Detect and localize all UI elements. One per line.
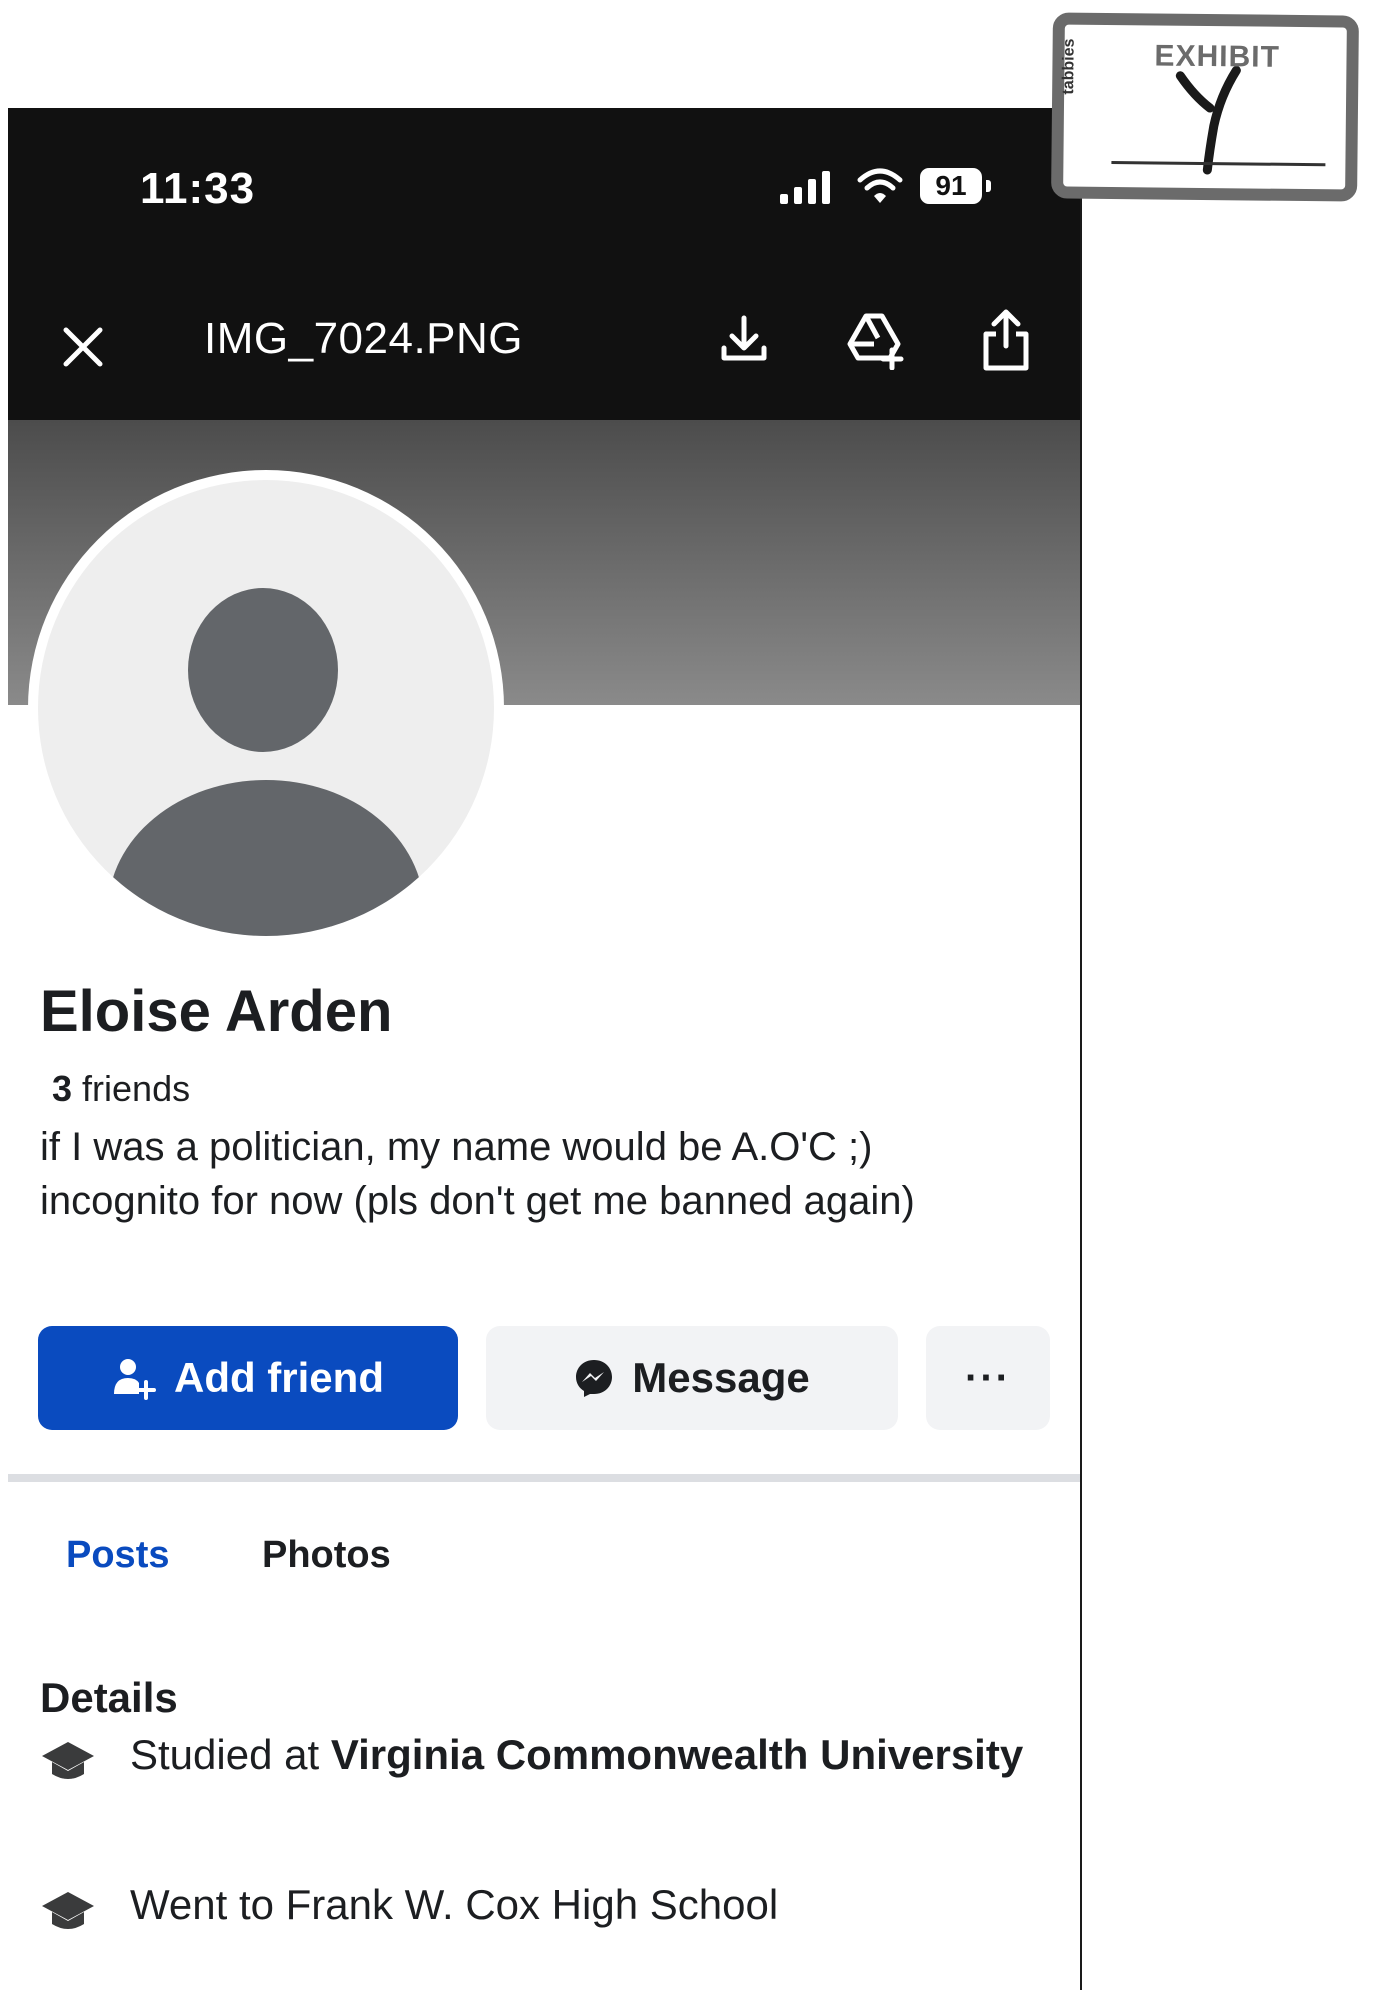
add-friend-label: Add friend xyxy=(174,1354,384,1401)
school-name[interactable]: Virginia Commonwealth University xyxy=(331,1731,1023,1778)
friends-count[interactable]: 3 friends xyxy=(52,1068,190,1110)
page-edge-line xyxy=(1080,108,1082,1990)
graduation-cap-icon xyxy=(42,1892,94,1929)
status-bar: 11:33 91 xyxy=(8,108,1080,268)
add-friend-button[interactable]: Add friend xyxy=(38,1326,458,1430)
drive-add-icon[interactable] xyxy=(844,310,906,375)
share-icon[interactable] xyxy=(980,308,1032,377)
detail-education-highschool: Went to Frank W. Cox High School xyxy=(40,1878,1040,1940)
more-options-button[interactable]: ··· xyxy=(926,1326,1050,1430)
message-button[interactable]: Message xyxy=(486,1326,898,1430)
detail-text: Went to Frank W. Cox High School xyxy=(130,1881,779,1928)
tab-photos[interactable]: Photos xyxy=(262,1534,391,1577)
close-icon[interactable] xyxy=(60,324,106,370)
detail-prefix: Studied at xyxy=(130,1731,331,1778)
detail-education-college: Studied at Virginia Commonwealth Univers… xyxy=(40,1728,1040,1790)
friends-number: 3 xyxy=(52,1068,73,1109)
tab-posts[interactable]: Posts xyxy=(66,1534,169,1577)
detail-text: Studied at Virginia Commonwealth Univers… xyxy=(130,1728,1023,1782)
message-label: Message xyxy=(632,1354,810,1401)
more-icon: ··· xyxy=(965,1355,1011,1400)
add-person-icon xyxy=(114,1359,156,1400)
phone-screenshot: 11:33 91 IMG_7024.PNG Eloise Arden 3 fri… xyxy=(8,108,1080,1990)
download-icon[interactable] xyxy=(716,312,772,373)
wifi-icon xyxy=(856,166,904,211)
signal-icon xyxy=(778,170,838,211)
image-viewer-toolbar: IMG_7024.PNG xyxy=(8,268,1080,420)
handwritten-exhibit-letter xyxy=(1175,65,1241,175)
status-time: 11:33 xyxy=(140,164,256,213)
battery-nub xyxy=(986,180,991,192)
avatar[interactable] xyxy=(38,480,494,936)
exhibit-sticker: EXHIBIT tabbies xyxy=(1051,12,1359,202)
exhibit-brand: tabbies xyxy=(1060,38,1078,95)
profile-name: Eloise Arden xyxy=(40,979,393,1044)
messenger-icon xyxy=(576,1360,613,1397)
avatar-head-silhouette xyxy=(188,588,338,752)
friends-label: friends xyxy=(72,1068,191,1109)
details-heading: Details xyxy=(40,1674,178,1721)
file-name: IMG_7024.PNG xyxy=(204,314,524,363)
profile-bio: if I was a politician, my name would be … xyxy=(40,1125,915,1223)
avatar-body-silhouette xyxy=(108,780,424,936)
battery-indicator: 91 xyxy=(920,168,982,204)
graduation-cap-icon xyxy=(42,1742,94,1779)
section-divider xyxy=(8,1474,1080,1482)
